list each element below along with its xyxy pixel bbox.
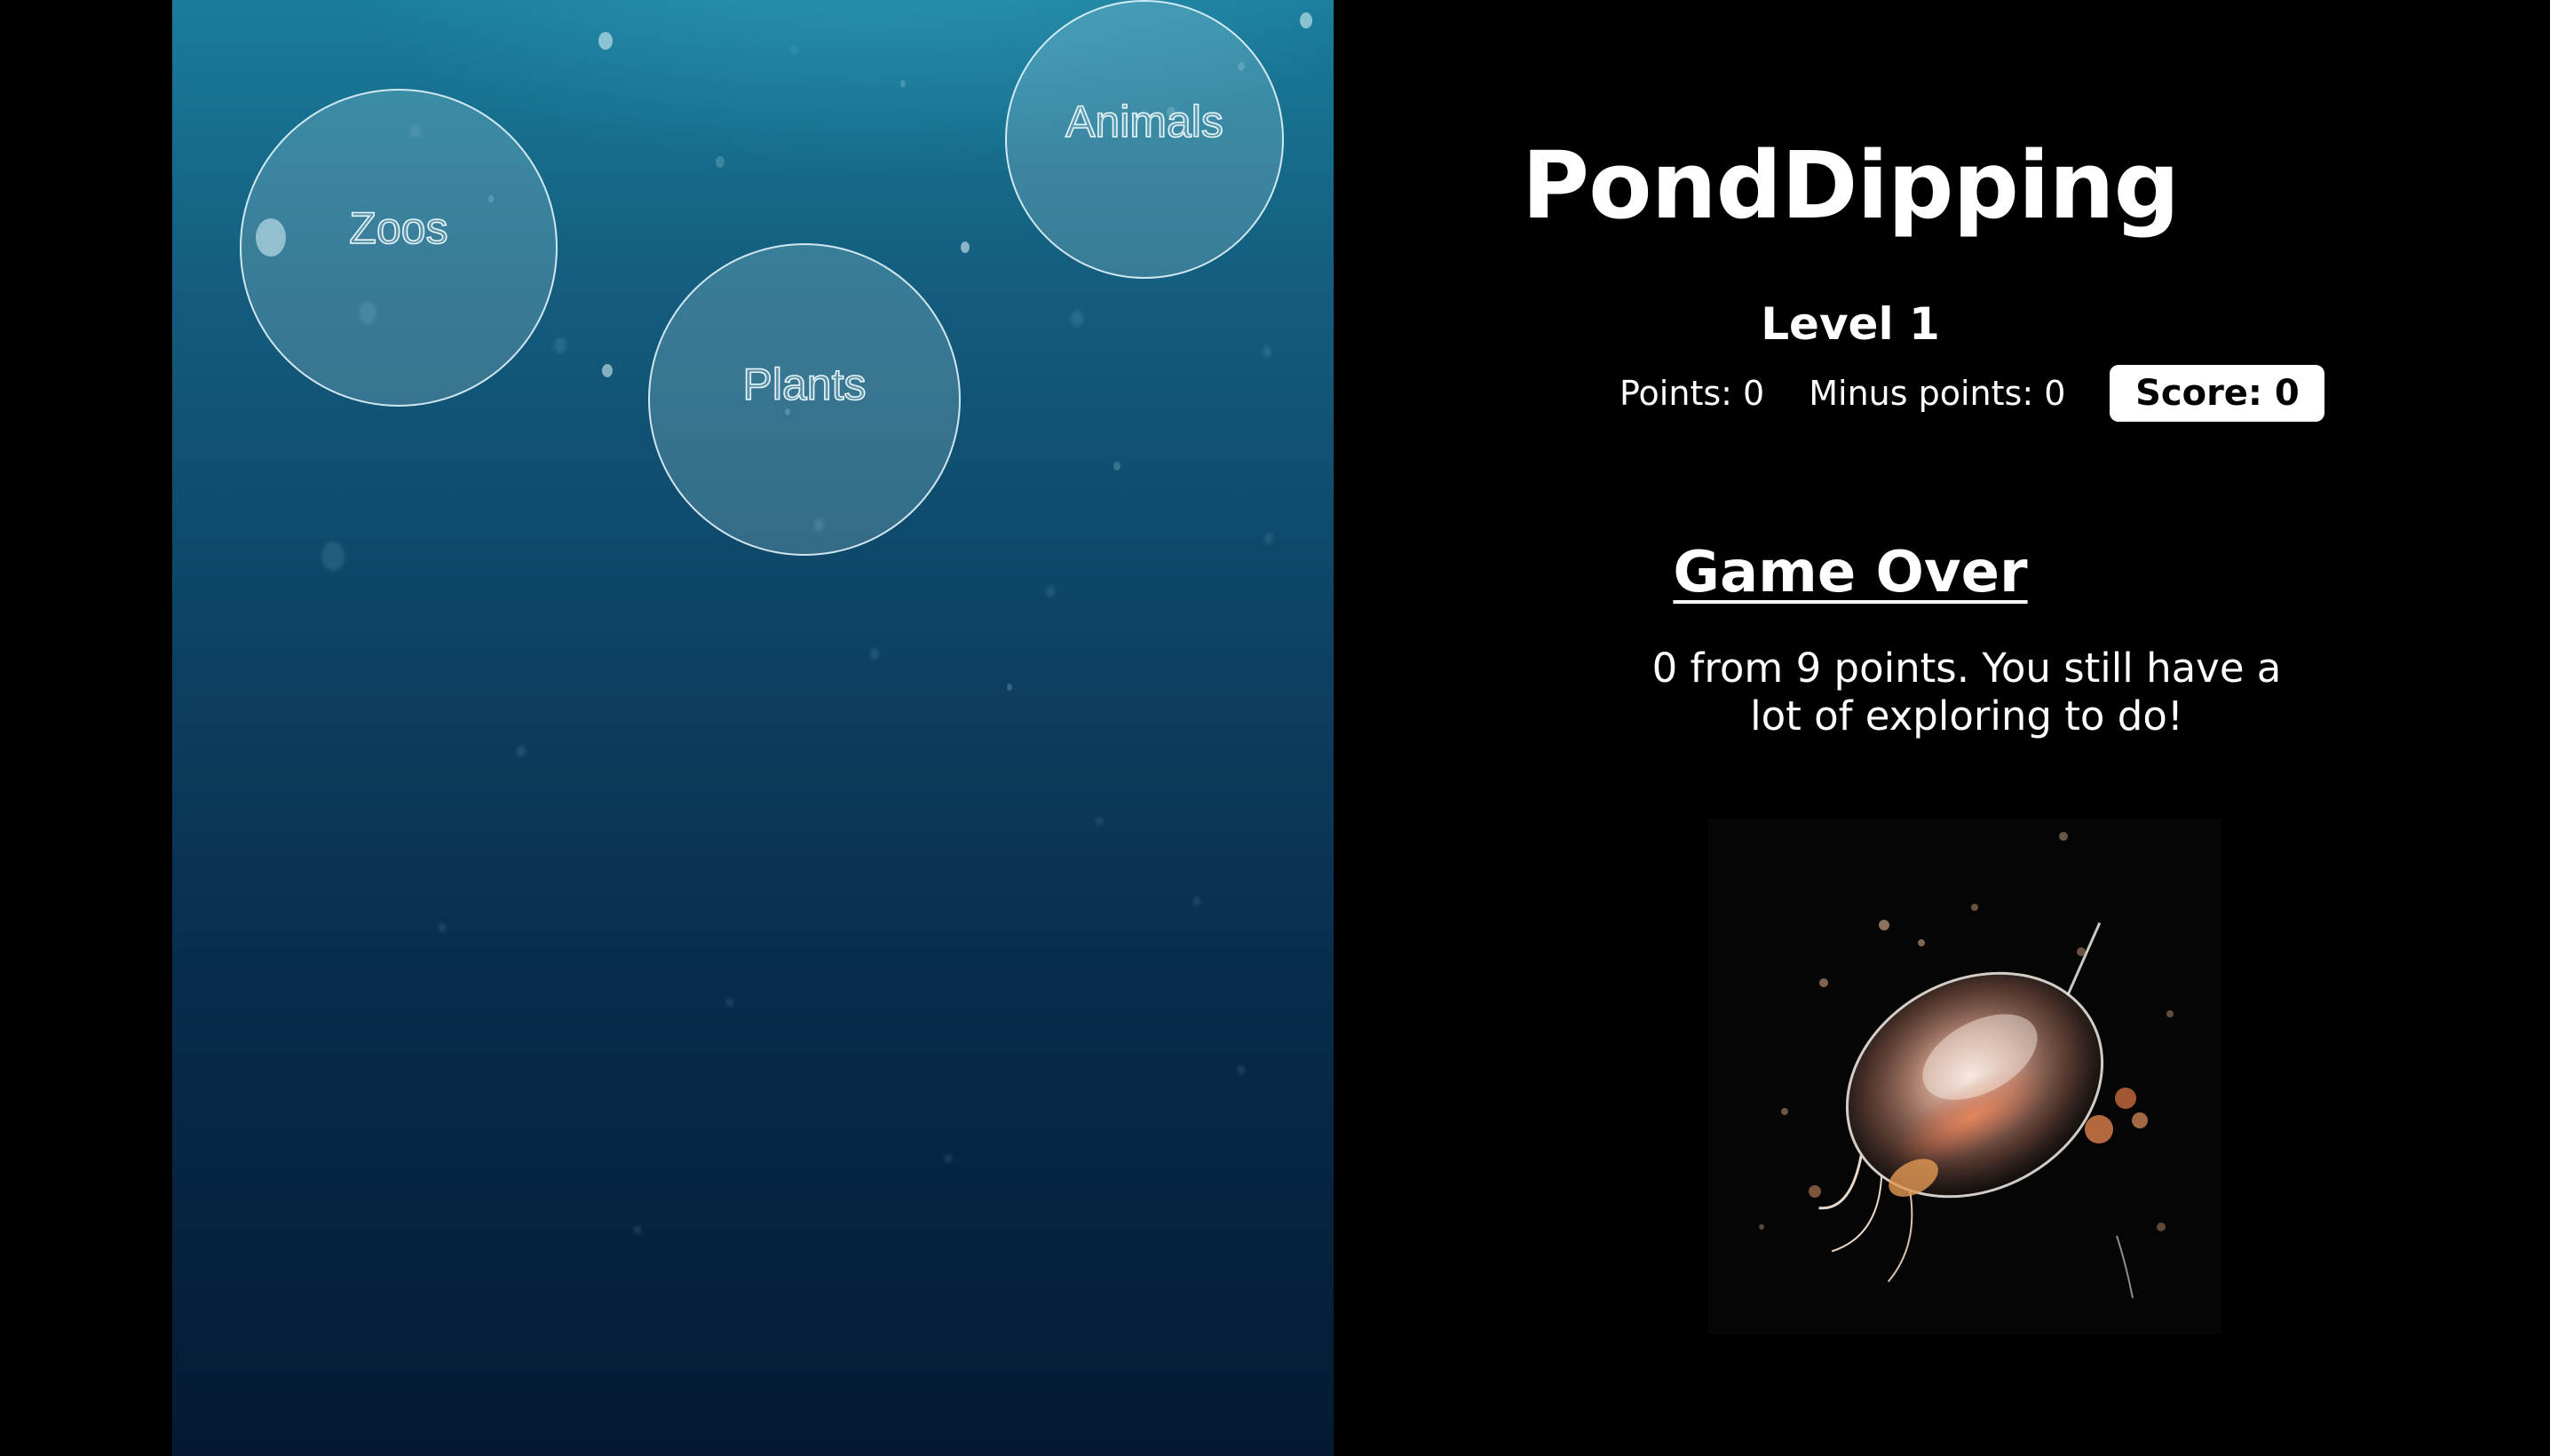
water-particle	[1300, 12, 1312, 28]
points-counter: Points: 0	[1619, 374, 1765, 413]
level-label: Level 1	[1761, 298, 1940, 350]
water-particle	[439, 923, 446, 932]
water-particle	[517, 746, 526, 757]
score-badge: Score: 0	[2110, 365, 2325, 422]
water-particle	[1046, 586, 1055, 597]
bubble-label: Plants	[742, 359, 867, 410]
score-panel: PondDipping Level 1 Points: 0 Minus poin…	[1334, 0, 2550, 1456]
bubble-label: Zoos	[349, 202, 449, 254]
bubble-zoos[interactable]: Zoos	[240, 89, 558, 407]
water-particle	[1007, 684, 1012, 691]
stats-row: Points: 0 Minus points: 0 Score: 0	[1619, 364, 2325, 423]
water-particle	[634, 1225, 641, 1234]
water-particle	[598, 32, 613, 50]
game-over-message: 0 from 9 points. You still have a lot of…	[1651, 645, 2282, 740]
water-particle	[1096, 817, 1103, 826]
pond-game-area: Zoos Plants Animals	[172, 0, 1334, 1456]
bubble-plants[interactable]: Plants	[648, 243, 961, 556]
water-flea-illustration	[1759, 832, 2174, 1299]
water-particle	[1193, 897, 1200, 906]
water-particle	[726, 998, 733, 1007]
water-particle	[961, 241, 970, 253]
app-title: PondDipping	[1521, 131, 2180, 240]
water-particle	[870, 648, 879, 660]
water-particle	[1113, 462, 1121, 471]
minus-points-counter: Minus points: 0	[1809, 374, 2066, 413]
water-particle	[900, 80, 906, 87]
water-particle	[790, 46, 797, 55]
water-particle	[554, 337, 566, 353]
game-over-heading: Game Over	[1673, 540, 2028, 605]
water-particle	[1238, 1065, 1245, 1074]
water-flea-image	[1708, 819, 2221, 1333]
water-particle	[716, 156, 725, 168]
water-particle	[1071, 311, 1083, 327]
water-particle	[321, 542, 344, 571]
water-particle	[602, 364, 613, 377]
water-particle	[945, 1154, 952, 1163]
